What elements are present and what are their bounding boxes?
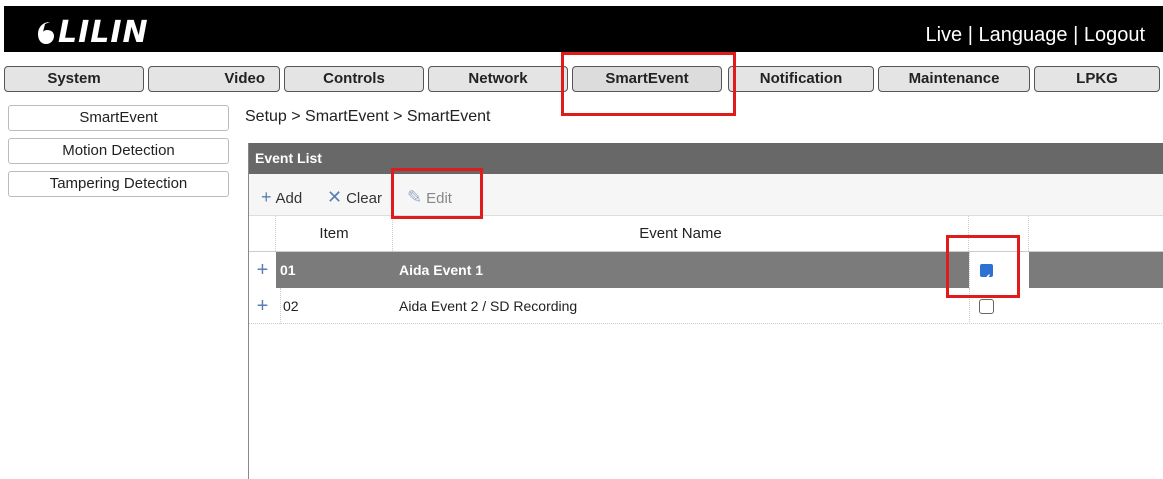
sidebar-item-label: SmartEvent bbox=[79, 109, 158, 126]
plus-icon: + bbox=[261, 187, 272, 207]
tab-controls[interactable]: Controls bbox=[284, 66, 424, 92]
main-nav: System Video Controls Network SmartEvent… bbox=[0, 64, 1163, 94]
tab-label: SmartEvent bbox=[605, 70, 689, 87]
top-header: LILIN Live | Language | Logout bbox=[0, 0, 1163, 60]
edit-label: Edit bbox=[426, 190, 452, 207]
logout-link[interactable]: Logout bbox=[1084, 24, 1145, 46]
table-header: Item Event Name bbox=[249, 216, 1163, 252]
sidebar-item-label: Motion Detection bbox=[62, 142, 175, 159]
logo-text: LILIN bbox=[58, 15, 149, 50]
language-link[interactable]: Language bbox=[979, 24, 1068, 46]
column-header-event-name[interactable]: Event Name bbox=[393, 216, 969, 251]
tab-label: Controls bbox=[323, 70, 385, 87]
tab-label: Video bbox=[224, 70, 265, 87]
table-row[interactable]: + 01 Aida Event 1 bbox=[249, 252, 1163, 297]
top-links: Live | Language | Logout bbox=[925, 24, 1145, 47]
tab-label: LPKG bbox=[1076, 70, 1118, 87]
tab-lpkg[interactable]: LPKG bbox=[1034, 66, 1160, 92]
sidebar-item-smartevent[interactable]: SmartEvent bbox=[8, 105, 229, 131]
add-label: Add bbox=[275, 190, 303, 207]
row-item: 02 bbox=[280, 288, 390, 324]
clear-button[interactable]: ✕ Clear bbox=[327, 187, 382, 208]
edit-icon: ✎ bbox=[407, 187, 423, 207]
expand-icon[interactable]: + bbox=[249, 252, 276, 288]
sidebar-item-label: Tampering Detection bbox=[49, 175, 188, 192]
lilin-logo: LILIN bbox=[36, 15, 149, 50]
checkbox-cell bbox=[969, 252, 1029, 297]
link-separator: | bbox=[1073, 24, 1079, 46]
link-separator: | bbox=[967, 24, 973, 46]
edit-button[interactable]: ✎ Edit bbox=[407, 187, 452, 208]
logo-mark-icon bbox=[38, 22, 54, 44]
tab-video[interactable]: Video bbox=[148, 66, 280, 92]
expand-icon[interactable]: + bbox=[249, 288, 276, 324]
row-event-name: Aida Event 1 bbox=[399, 262, 484, 278]
clear-label: Clear bbox=[346, 190, 382, 207]
row-item: 01 bbox=[280, 262, 296, 278]
row-checkbox[interactable] bbox=[979, 299, 994, 314]
panel-title: Event List bbox=[249, 143, 1163, 174]
tab-label: Network bbox=[468, 70, 528, 87]
event-list-panel: Event List + Add ✕ Clear ✎ Edit Item Event … bbox=[248, 143, 1163, 479]
tab-network[interactable]: Network bbox=[428, 66, 568, 92]
sidebar-item-motion-detection[interactable]: Motion Detection bbox=[8, 138, 229, 164]
row-checkbox[interactable] bbox=[979, 261, 994, 297]
table-row[interactable]: + 02 Aida Event 2 / SD Recording bbox=[249, 288, 1163, 324]
tab-label: System bbox=[47, 70, 101, 87]
checkbox-cell bbox=[969, 288, 1029, 324]
header-band: LILIN Live | Language | Logout bbox=[4, 6, 1163, 52]
tab-notification[interactable]: Notification bbox=[728, 66, 874, 92]
close-icon: ✕ bbox=[327, 187, 343, 207]
column-header-item[interactable]: Item bbox=[276, 216, 393, 251]
row-event-name: Aida Event 2 / SD Recording bbox=[399, 298, 578, 314]
tab-system[interactable]: System bbox=[4, 66, 144, 92]
tab-smartevent[interactable]: SmartEvent bbox=[572, 66, 722, 92]
tab-label: Notification bbox=[759, 70, 843, 87]
live-link[interactable]: Live bbox=[925, 24, 962, 46]
add-button[interactable]: + Add bbox=[261, 187, 302, 208]
sidebar-item-tampering-detection[interactable]: Tampering Detection bbox=[8, 171, 229, 197]
tab-label: Maintenance bbox=[908, 70, 1000, 87]
tab-maintenance[interactable]: Maintenance bbox=[878, 66, 1030, 92]
expander-column-header bbox=[249, 216, 276, 251]
breadcrumb: Setup > SmartEvent > SmartEvent bbox=[245, 108, 491, 125]
checkbox-column-header bbox=[969, 216, 1029, 251]
event-toolbar: + Add ✕ Clear ✎ Edit bbox=[249, 174, 1163, 216]
